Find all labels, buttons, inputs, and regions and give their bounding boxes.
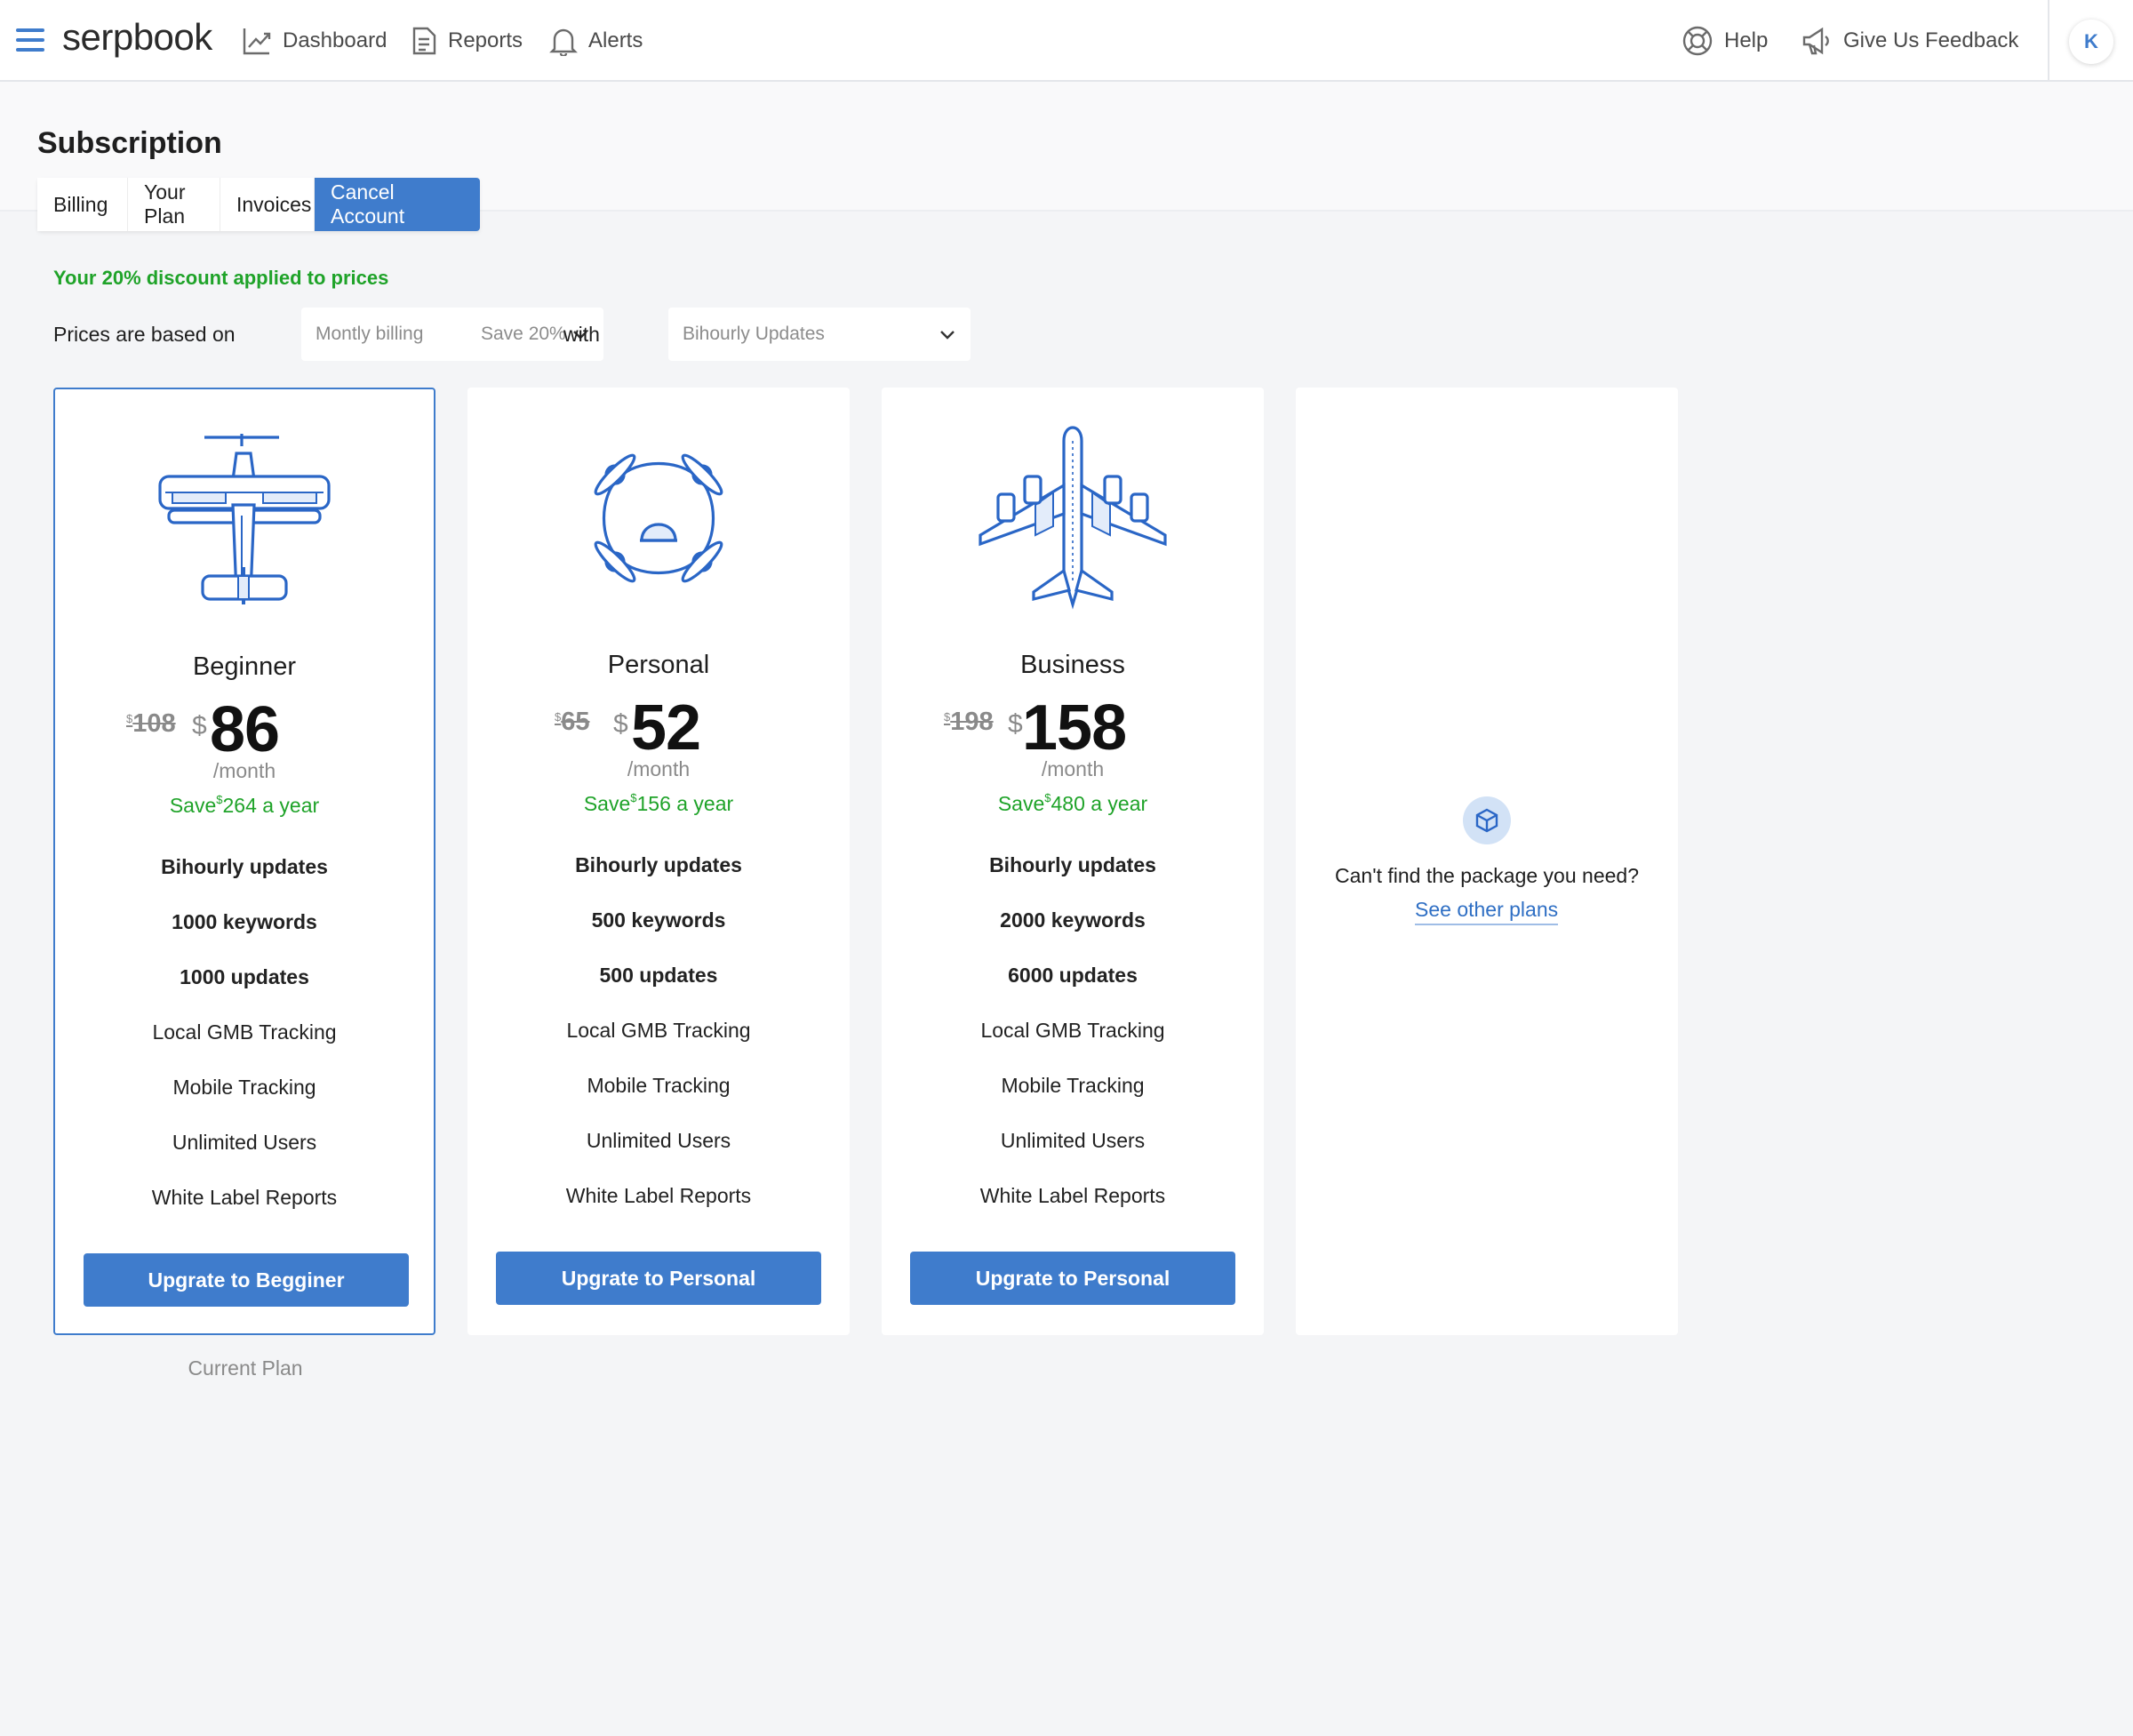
upgrade-business-button[interactable]: Upgrate to Personal xyxy=(910,1252,1235,1305)
top-bar: serpbook Dashboard Reports Alerts Help G… xyxy=(0,0,2133,82)
megaphone-icon xyxy=(1802,27,1829,55)
tab-your-plan[interactable]: Your Plan xyxy=(128,178,220,231)
plan-card-business: Business $198 $ 158 /month Save$480 a ye… xyxy=(882,388,1264,1335)
nav-dashboard-label: Dashboard xyxy=(283,28,387,52)
feature-item: Unlimited Users xyxy=(172,1131,317,1154)
old-price-value: 108 xyxy=(132,709,176,738)
save-prefix: Save xyxy=(169,794,217,817)
per-month: /month xyxy=(212,759,276,782)
yearly-saving: Save$480 a year xyxy=(882,791,1264,816)
discount-notice: Your 20% discount applied to prices xyxy=(53,267,389,289)
feature-item: 2000 keywords xyxy=(1000,908,1146,932)
old-price: $65 xyxy=(555,708,590,737)
save-prefix: Save xyxy=(997,792,1045,815)
nav-help[interactable]: Help xyxy=(1682,23,1768,59)
tab-bar: Billing Your Plan Invoices Cancel Accoun… xyxy=(37,178,480,231)
nav-feedback-label: Give Us Feedback xyxy=(1843,28,2019,52)
pricing-with: with xyxy=(563,322,600,346)
upgrade-beginner-button[interactable]: Upgrate to Begginer xyxy=(84,1253,409,1307)
tab-billing[interactable]: Billing xyxy=(37,178,128,231)
feature-item: Bihourly updates xyxy=(161,855,328,878)
feature-item: Local GMB Tracking xyxy=(566,1019,751,1042)
save-amount: 156 a year xyxy=(636,792,734,815)
price: 52 xyxy=(631,692,701,764)
hamburger-icon[interactable] xyxy=(16,28,44,52)
document-icon xyxy=(412,27,436,55)
price: 158 xyxy=(1022,692,1127,764)
upgrade-personal-button[interactable]: Upgrate to Personal xyxy=(496,1252,821,1305)
feature-item: 500 keywords xyxy=(591,908,726,932)
price: 86 xyxy=(210,694,280,765)
chevron-down-icon xyxy=(940,331,955,340)
biplane-icon xyxy=(55,418,434,604)
plan-name: Personal xyxy=(607,651,710,679)
plan-card-personal: Personal $65 $ 52 /month Save$156 a year… xyxy=(467,388,850,1335)
nav-reports[interactable]: Reports xyxy=(411,23,523,59)
feature-item: White Label Reports xyxy=(151,1186,338,1209)
plan-name: Beginner xyxy=(192,652,297,681)
save-prefix: Save xyxy=(583,792,631,815)
nav-help-label: Help xyxy=(1724,28,1769,52)
feature-item: Bihourly updates xyxy=(989,853,1156,876)
feature-item: 500 updates xyxy=(599,964,718,987)
billing-select[interactable]: Montly billing Save 20% xyxy=(301,308,603,361)
old-price-value: 65 xyxy=(561,708,590,736)
feature-item: Mobile Tracking xyxy=(1001,1074,1145,1097)
feature-item: White Label Reports xyxy=(565,1184,752,1207)
feature-item: Mobile Tracking xyxy=(172,1076,316,1099)
nav-alerts-label: Alerts xyxy=(588,28,643,52)
currency-symbol: $ xyxy=(192,711,207,740)
feature-item: 6000 updates xyxy=(1008,964,1138,987)
feature-item: Bihourly updates xyxy=(575,853,742,876)
yearly-saving: Save$264 a year xyxy=(55,793,434,818)
pricing-controls: Prices are based on Montly billing Save … xyxy=(53,308,971,361)
per-month: /month xyxy=(627,757,691,780)
old-price: $108 xyxy=(126,709,176,739)
page-title: Subscription xyxy=(37,126,222,160)
updates-select-value: Bihourly Updates xyxy=(683,324,825,344)
yearly-saving: Save$156 a year xyxy=(467,791,850,816)
cube-icon xyxy=(1463,796,1511,844)
lifebuoy-icon xyxy=(1682,26,1713,56)
tab-invoices[interactable]: Invoices xyxy=(220,178,315,231)
currency-symbol: $ xyxy=(613,709,628,739)
chart-line-icon xyxy=(243,28,271,55)
feature-item: Mobile Tracking xyxy=(587,1074,731,1097)
plan-name: Business xyxy=(1020,651,1125,679)
feature-item: Local GMB Tracking xyxy=(980,1019,1165,1042)
old-price-value: 198 xyxy=(950,708,994,736)
updates-select[interactable]: Bihourly Updates xyxy=(668,308,971,361)
billing-select-value: Montly billing xyxy=(316,324,424,344)
plan-card-beginner: Beginner $108 $ 86 /month Save$264 a yea… xyxy=(53,388,435,1335)
nav-reports-label: Reports xyxy=(448,28,523,52)
tab-cancel-account[interactable]: Cancel Account xyxy=(315,178,480,231)
bell-icon xyxy=(549,28,578,56)
nav-dashboard[interactable]: Dashboard xyxy=(242,23,387,59)
other-plans-card xyxy=(1296,388,1678,1335)
other-plans-text: Can't find the package you need? xyxy=(1335,864,1639,887)
feature-item: Unlimited Users xyxy=(586,1129,731,1152)
billing-select-save: Save 20% xyxy=(481,324,566,344)
save-amount: 480 a year xyxy=(1051,792,1148,815)
feature-item: 1000 keywords xyxy=(172,910,317,933)
divider xyxy=(2048,0,2049,82)
current-plan-label: Current Plan xyxy=(188,1356,303,1380)
page-header: Subscription Billing Your Plan Invoices … xyxy=(0,82,2133,231)
drone-icon xyxy=(467,416,850,603)
feature-item: Local GMB Tracking xyxy=(152,1020,337,1044)
old-price: $198 xyxy=(944,708,994,737)
save-amount: 264 a year xyxy=(222,794,320,817)
nav-feedback[interactable]: Give Us Feedback xyxy=(1801,23,2018,59)
feature-item: White Label Reports xyxy=(979,1184,1166,1207)
pricing-prefix: Prices are based on xyxy=(53,322,236,346)
avatar[interactable]: K xyxy=(2069,20,2113,64)
see-other-plans-link[interactable]: See other plans xyxy=(1415,898,1559,925)
airliner-icon xyxy=(882,423,1264,610)
currency-symbol: $ xyxy=(1008,709,1023,739)
logo[interactable]: serpbook xyxy=(62,16,212,59)
per-month: /month xyxy=(1041,757,1105,780)
nav-alerts[interactable]: Alerts xyxy=(549,23,643,59)
feature-item: Unlimited Users xyxy=(1000,1129,1146,1152)
feature-item: 1000 updates xyxy=(180,965,309,988)
